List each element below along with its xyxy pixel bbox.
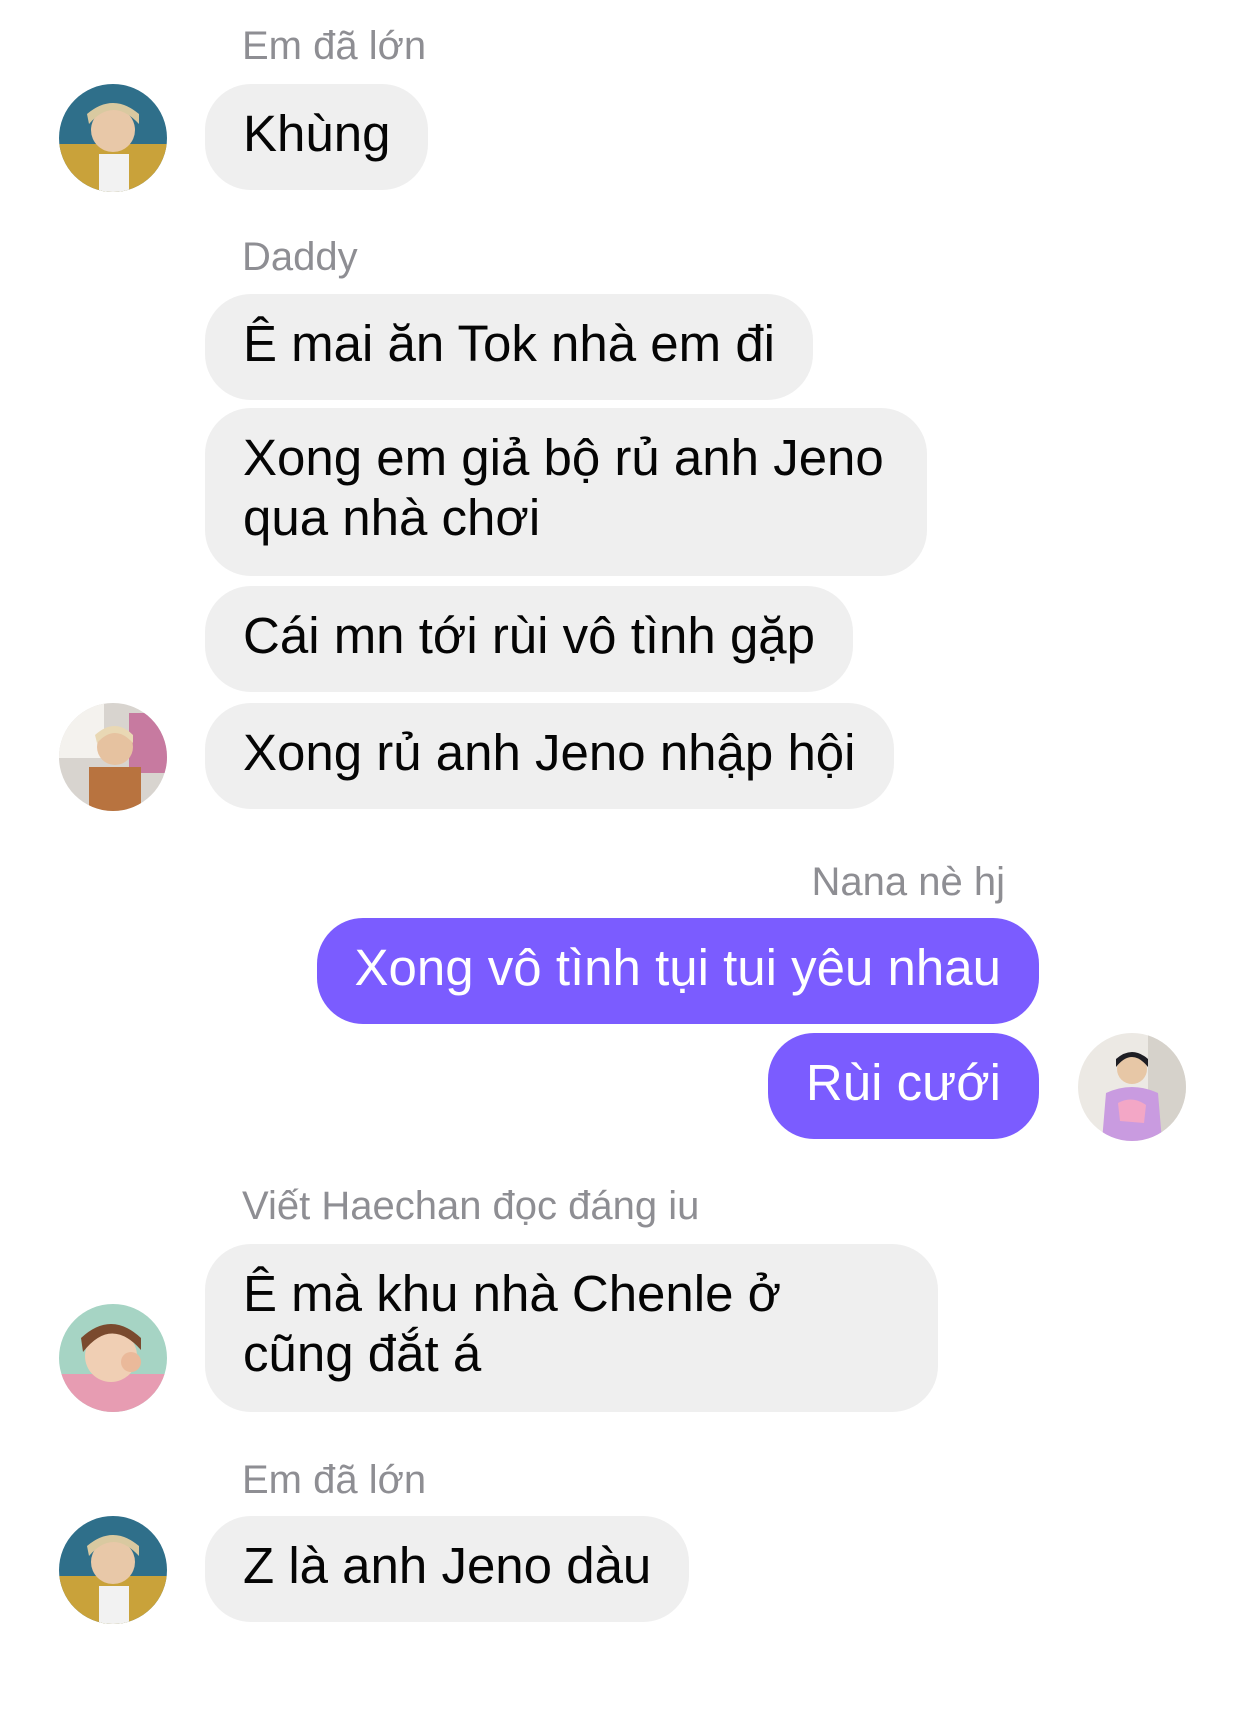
avatar-haechan[interactable]	[59, 1304, 167, 1412]
sender-name: Daddy	[242, 235, 358, 279]
sender-name: Viết Haechan đọc đáng iu	[242, 1184, 700, 1228]
message-bubble[interactable]: Ê mai ăn Tok nhà em đi	[205, 294, 814, 400]
message-bubble[interactable]: Z là anh Jeno dàu	[205, 1516, 690, 1622]
avatar-photo-icon	[1078, 1033, 1186, 1141]
avatar-photo-icon	[59, 1516, 167, 1624]
message-bubble[interactable]: Ê mà khu nhà Chenle ở cũng đắt á	[205, 1244, 938, 1412]
message-bubble[interactable]: Rùi cưới	[767, 1033, 1039, 1139]
avatar-em-da-lon[interactable]	[59, 1516, 167, 1624]
sender-name: Em đã lớn	[242, 24, 427, 68]
message-bubble[interactable]: Cái mn tới rùi vô tình gặp	[205, 586, 854, 692]
avatar-nana[interactable]	[1078, 1033, 1186, 1141]
message-bubble[interactable]: Xong vô tình tụi tui yêu nhau	[316, 918, 1039, 1024]
avatar-daddy[interactable]	[59, 703, 167, 811]
message-bubble[interactable]: Xong rủ anh Jeno nhập hội	[205, 703, 894, 809]
message-bubble[interactable]: Xong em giả bộ rủ anh Jeno qua nhà chơi	[205, 408, 927, 576]
sender-name: Em đã lớn	[242, 1458, 427, 1502]
avatar-photo-icon	[59, 703, 167, 811]
message-bubble[interactable]: Khùng	[205, 84, 429, 190]
avatar-em-da-lon[interactable]	[59, 84, 167, 192]
avatar-photo-icon	[59, 1304, 167, 1412]
sender-name: Nana nè hj	[811, 860, 1005, 904]
avatar-photo-icon	[59, 84, 167, 192]
